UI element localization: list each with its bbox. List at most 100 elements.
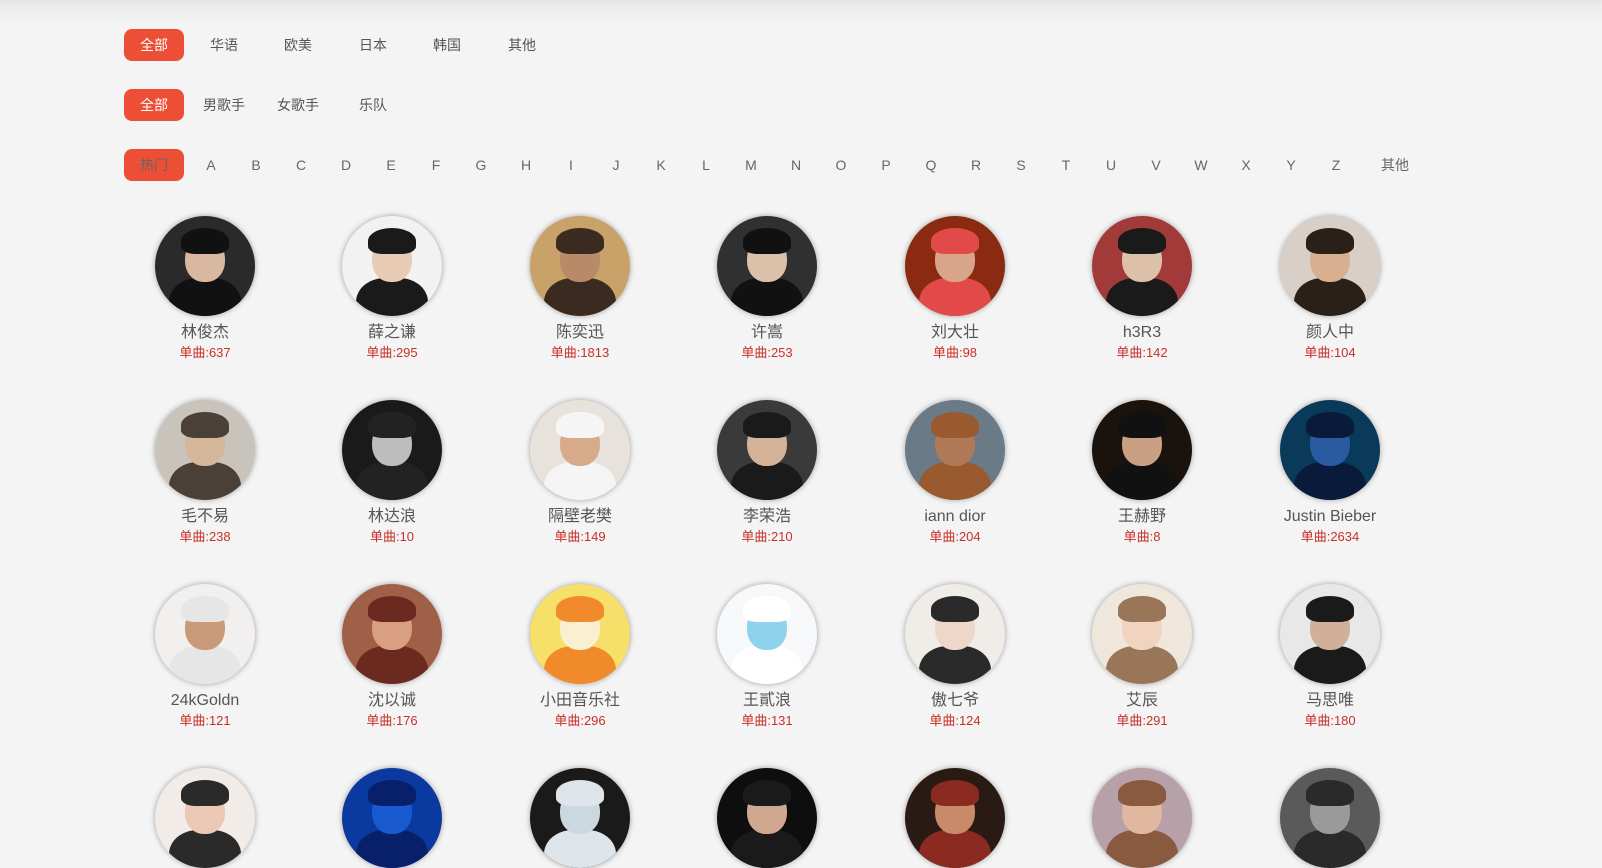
artist-avatar[interactable] (530, 768, 630, 868)
artist-name[interactable]: 陈奕迅 (490, 323, 670, 343)
artist-name[interactable]: 李荣浩 (677, 507, 857, 527)
artist-name[interactable]: 马思唯 (1240, 691, 1420, 711)
type-filter-option[interactable]: 男歌手 (191, 89, 257, 121)
artist-avatar[interactable] (530, 584, 630, 684)
initial-filter-option[interactable]: J (591, 149, 641, 181)
type-filter-option[interactable]: 女歌手 (265, 89, 331, 121)
artist-card[interactable]: 林达浪 单曲:10 (302, 400, 482, 545)
area-filter-option[interactable]: 日本 (340, 29, 406, 61)
artist-card[interactable]: h3R3 单曲:142 (1052, 216, 1232, 361)
artist-name[interactable]: 薛之谦 (302, 323, 482, 343)
area-filter-option[interactable]: 华语 (191, 29, 257, 61)
artist-avatar[interactable] (342, 584, 442, 684)
artist-name[interactable]: h3R3 (1052, 323, 1232, 343)
artist-card[interactable]: 马思唯 单曲:180 (1240, 584, 1420, 729)
artist-card[interactable]: 王赫野 单曲:8 (1052, 400, 1232, 545)
artist-avatar[interactable] (717, 768, 817, 868)
artist-avatar[interactable] (342, 400, 442, 500)
artist-avatar[interactable] (1280, 216, 1380, 316)
artist-name[interactable]: 林达浪 (302, 507, 482, 527)
initial-filter-option[interactable]: R (951, 149, 1001, 181)
artist-card[interactable]: iann dior 单曲:204 (865, 400, 1045, 545)
artist-avatar[interactable] (1092, 216, 1192, 316)
initial-filter-option[interactable]: A (186, 149, 236, 181)
initial-filter-option[interactable]: O (816, 149, 866, 181)
initial-filter-option[interactable]: S (996, 149, 1046, 181)
artist-name[interactable]: 毛不易 (115, 507, 295, 527)
artist-avatar[interactable] (342, 216, 442, 316)
artist-avatar[interactable] (717, 584, 817, 684)
initial-filter-option[interactable]: U (1086, 149, 1136, 181)
artist-card[interactable]: 陈奕迅 单曲:1813 (490, 216, 670, 361)
artist-avatar[interactable] (530, 216, 630, 316)
artist-avatar[interactable] (1092, 400, 1192, 500)
artist-name[interactable]: 许嵩 (677, 323, 857, 343)
initial-filter-option[interactable]: D (321, 149, 371, 181)
artist-card[interactable]: 林俊杰 单曲:637 (115, 216, 295, 361)
artist-card[interactable] (302, 768, 482, 868)
artist-card[interactable] (490, 768, 670, 868)
artist-card[interactable] (677, 768, 857, 868)
initial-filter-option[interactable]: N (771, 149, 821, 181)
initial-filter-option[interactable]: H (501, 149, 551, 181)
artist-avatar[interactable] (1280, 584, 1380, 684)
artist-avatar[interactable] (717, 216, 817, 316)
initial-filter-option[interactable]: F (411, 149, 461, 181)
artist-name[interactable]: 小田音乐社 (490, 691, 670, 711)
initial-filter-option[interactable]: M (726, 149, 776, 181)
artist-avatar[interactable] (155, 216, 255, 316)
artist-name[interactable]: 艾辰 (1052, 691, 1232, 711)
area-filter-option[interactable]: 欧美 (265, 29, 331, 61)
artist-name[interactable]: 隔壁老樊 (490, 507, 670, 527)
artist-avatar[interactable] (530, 400, 630, 500)
initial-filter-option[interactable]: P (861, 149, 911, 181)
initial-filter-option[interactable]: W (1176, 149, 1226, 181)
artist-name[interactable]: 24kGoldn (115, 691, 295, 711)
artist-card[interactable]: 艾辰 单曲:291 (1052, 584, 1232, 729)
initial-filter-option[interactable]: 其他 (1367, 149, 1423, 181)
artist-card[interactable]: 傲七爷 单曲:124 (865, 584, 1045, 729)
artist-name[interactable]: Justin Bieber (1240, 507, 1420, 527)
artist-card[interactable]: 24kGoldn 单曲:121 (115, 584, 295, 729)
artist-avatar[interactable] (1280, 768, 1380, 868)
initial-filter-option[interactable]: G (456, 149, 506, 181)
initial-filter-option[interactable]: 热门 (124, 149, 184, 181)
artist-card[interactable]: Justin Bieber 单曲:2634 (1240, 400, 1420, 545)
initial-filter-option[interactable]: Z (1311, 149, 1361, 181)
artist-card[interactable]: 王貳浪 单曲:131 (677, 584, 857, 729)
artist-avatar[interactable] (1280, 400, 1380, 500)
artist-name[interactable]: 颜人中 (1240, 323, 1420, 343)
artist-card[interactable] (865, 768, 1045, 868)
artist-card[interactable]: 沈以诚 单曲:176 (302, 584, 482, 729)
artist-name[interactable]: 刘大壮 (865, 323, 1045, 343)
artist-card[interactable]: 许嵩 单曲:253 (677, 216, 857, 361)
artist-avatar[interactable] (155, 400, 255, 500)
artist-name[interactable]: 傲七爷 (865, 691, 1045, 711)
area-filter-option[interactable]: 全部 (124, 29, 184, 61)
artist-avatar[interactable] (905, 400, 1005, 500)
artist-card[interactable]: 颜人中 单曲:104 (1240, 216, 1420, 361)
initial-filter-option[interactable]: B (231, 149, 281, 181)
artist-card[interactable]: 小田音乐社 单曲:296 (490, 584, 670, 729)
artist-card[interactable] (115, 768, 295, 868)
artist-card[interactable] (1052, 768, 1232, 868)
artist-avatar[interactable] (1092, 768, 1192, 868)
type-filter-option[interactable]: 乐队 (340, 89, 406, 121)
artist-avatar[interactable] (1092, 584, 1192, 684)
artist-avatar[interactable] (342, 768, 442, 868)
initial-filter-option[interactable]: Y (1266, 149, 1316, 181)
initial-filter-option[interactable]: K (636, 149, 686, 181)
initial-filter-option[interactable]: L (681, 149, 731, 181)
artist-avatar[interactable] (905, 584, 1005, 684)
initial-filter-option[interactable]: C (276, 149, 326, 181)
artist-avatar[interactable] (905, 216, 1005, 316)
artist-card[interactable]: 毛不易 单曲:238 (115, 400, 295, 545)
initial-filter-option[interactable]: Q (906, 149, 956, 181)
artist-name[interactable]: 沈以诚 (302, 691, 482, 711)
initial-filter-option[interactable]: T (1041, 149, 1091, 181)
artist-card[interactable] (1240, 768, 1420, 868)
initial-filter-option[interactable]: E (366, 149, 416, 181)
artist-name[interactable]: iann dior (865, 507, 1045, 527)
type-filter-option[interactable]: 全部 (124, 89, 184, 121)
artist-card[interactable]: 李荣浩 单曲:210 (677, 400, 857, 545)
